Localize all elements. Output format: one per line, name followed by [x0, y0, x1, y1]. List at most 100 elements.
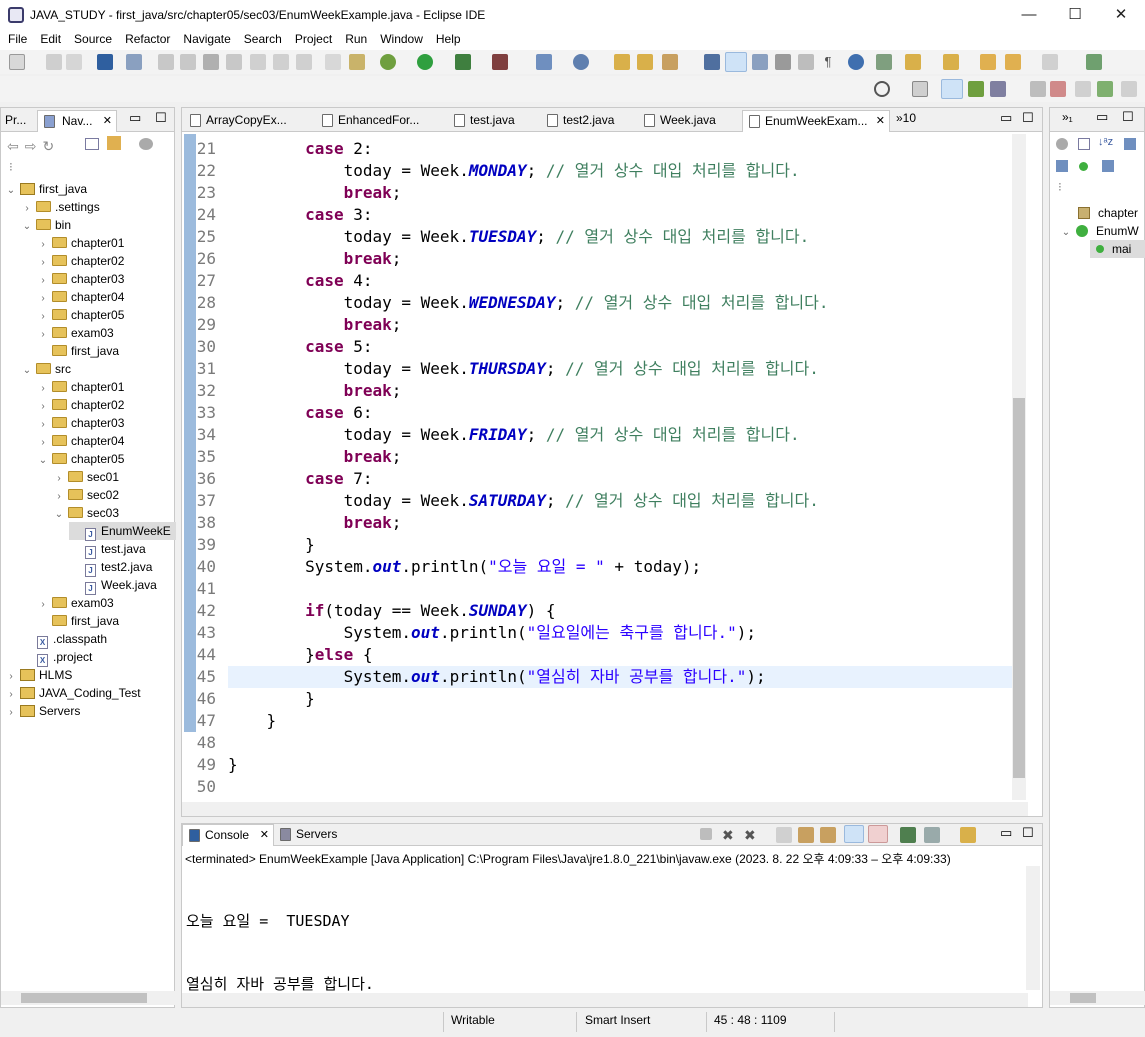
tab-console[interactable]: Console ✕: [182, 824, 274, 846]
menu-edit[interactable]: Edit: [27, 30, 61, 46]
tree-item[interactable]: › exam03: [37, 324, 113, 342]
menu-help[interactable]: Help: [423, 30, 461, 46]
open-perspective-icon[interactable]: [912, 81, 928, 97]
save-icon[interactable]: [46, 54, 62, 70]
tree-item[interactable]: ⌄ src: [21, 360, 71, 378]
tab-project-explorer[interactable]: Pr...: [1, 110, 37, 132]
hide-nonpublic-icon[interactable]: [1079, 162, 1088, 171]
java-perspective-icon[interactable]: [990, 81, 1006, 97]
task-icon[interactable]: [876, 54, 892, 70]
menu-file[interactable]: File: [0, 30, 27, 46]
tree-item[interactable]: first_java: [37, 342, 119, 360]
menu-source[interactable]: Source: [61, 30, 112, 46]
task-list-icon[interactable]: [1075, 81, 1091, 97]
display-console-icon[interactable]: [924, 827, 940, 843]
open-type-icon[interactable]: [614, 54, 630, 70]
external-tools-icon[interactable]: [492, 54, 508, 70]
clear-console-icon[interactable]: [776, 827, 792, 843]
tree-item[interactable]: › sec01: [53, 468, 119, 486]
terminal-icon[interactable]: [97, 54, 113, 70]
outline-horizontal-scrollbar[interactable]: [1050, 991, 1145, 1005]
tree-item[interactable]: › chapter02: [37, 252, 124, 270]
code-line[interactable]: case 5:: [228, 336, 372, 358]
code-line[interactable]: break;: [228, 380, 402, 402]
editor-tab[interactable]: EnumWeekExam... ✕: [742, 110, 890, 132]
code-line[interactable]: if(today == Week.SUNDAY) {: [228, 600, 555, 622]
step-over-icon[interactable]: [273, 54, 289, 70]
code-line[interactable]: break;: [228, 314, 402, 336]
code-line[interactable]: break;: [228, 512, 402, 534]
maximize-button[interactable]: ☐: [1052, 0, 1098, 30]
code-line[interactable]: break;: [228, 248, 402, 270]
console-vertical-scrollbar[interactable]: [1026, 866, 1040, 990]
close-tab-icon[interactable]: ✕: [260, 825, 269, 845]
show-stderr-icon[interactable]: [868, 825, 888, 843]
search-icon[interactable]: [874, 81, 890, 97]
outline-overflow[interactable]: »₁: [1062, 110, 1073, 124]
tree-item[interactable]: X .classpath: [21, 630, 107, 649]
navigator-nav-buttons[interactable]: ⇦⇨↻: [7, 138, 60, 155]
layout-icon[interactable]: [1121, 81, 1137, 97]
skip-breakpoints-icon[interactable]: [126, 54, 142, 70]
forward-icon[interactable]: [1042, 54, 1058, 70]
coverage-icon[interactable]: [455, 54, 471, 70]
tab-navigator[interactable]: Nav... ✕: [37, 110, 117, 132]
toggle-comment-icon[interactable]: [325, 54, 341, 70]
menu-refactor[interactable]: Refactor: [112, 30, 170, 46]
menu-navigate[interactable]: Navigate: [170, 30, 230, 46]
chevron-down-icon[interactable]: ⌄: [53, 506, 65, 524]
restore-icon[interactable]: [1030, 81, 1046, 97]
highlight-occurrences-icon[interactable]: [725, 52, 747, 72]
tree-item[interactable]: › chapter01: [37, 234, 124, 252]
code-line[interactable]: case 7:: [228, 468, 372, 490]
collapse-all-icon[interactable]: [85, 138, 99, 150]
tree-item[interactable]: ⌄ sec03: [53, 504, 119, 522]
show-whitespace-icon[interactable]: [775, 54, 791, 70]
debug-perspective-icon[interactable]: [968, 81, 984, 97]
minimize-button[interactable]: —: [1006, 0, 1052, 30]
tree-item[interactable]: ⌄ first_java: [5, 180, 87, 198]
minimize-view-icon[interactable]: ▭: [1000, 110, 1012, 126]
terminate-icon[interactable]: [203, 54, 219, 70]
tree-item[interactable]: Jtest2.java: [69, 558, 152, 577]
code-line[interactable]: case 3:: [228, 204, 372, 226]
back-icon[interactable]: [1005, 54, 1021, 70]
word-wrap-icon[interactable]: [820, 827, 836, 843]
code-line[interactable]: }: [228, 710, 277, 732]
run-icon[interactable]: [417, 54, 433, 70]
chevron-down-icon[interactable]: ⌄: [37, 452, 49, 470]
maximize-view-icon[interactable]: ☐: [155, 110, 167, 126]
tree-item[interactable]: › chapter02: [37, 396, 124, 414]
menu-search[interactable]: Search: [231, 30, 282, 46]
editor-tab[interactable]: ArrayCopyEx...: [184, 110, 314, 132]
code-line[interactable]: System.out.println("일요일에는 축구를 합니다.");: [228, 622, 756, 644]
tree-item[interactable]: › chapter01: [37, 378, 124, 396]
show-stdout-icon[interactable]: [844, 825, 864, 843]
chevron-down-icon[interactable]: ⌄: [21, 218, 33, 236]
code-area[interactable]: 21 case 2: 22 today = Week.MONDAY; // 열거 …: [182, 138, 1012, 798]
outline-view-icon[interactable]: [1050, 81, 1066, 97]
minimize-view-icon[interactable]: ▭: [1096, 109, 1108, 125]
new-java-class-icon[interactable]: [573, 54, 589, 70]
code-line[interactable]: case 2:: [228, 138, 372, 160]
outline-item-package[interactable]: chapter: [1078, 204, 1138, 222]
editor-tab[interactable]: EnhancedFor...: [316, 110, 446, 132]
tree-item[interactable]: ⌄ chapter05: [37, 450, 125, 470]
tree-item[interactable]: Jtest.java: [69, 540, 146, 559]
terminate-icon[interactable]: [700, 828, 712, 840]
editor-horizontal-scrollbar[interactable]: [182, 802, 1028, 816]
chevron-down-icon[interactable]: ⌄: [21, 362, 33, 380]
new-java-project-icon[interactable]: [536, 54, 552, 70]
code-line[interactable]: today = Week.TUESDAY; // 열거 상수 대입 처리를 합니…: [228, 226, 810, 248]
tree-item[interactable]: › exam03: [37, 594, 113, 612]
debug-icon[interactable]: [380, 54, 396, 70]
code-line[interactable]: break;: [228, 446, 402, 468]
tree-item[interactable]: J Week.java: [69, 576, 157, 595]
tree-item[interactable]: › JAVA_Coding_Test: [5, 684, 140, 702]
code-line[interactable]: today = Week.MONDAY; // 열거 상수 대입 처리를 합니다…: [228, 160, 800, 182]
menu-window[interactable]: Window: [367, 30, 423, 46]
outline-item-class[interactable]: ⌄ EnumW: [1060, 222, 1139, 240]
code-line[interactable]: case 4:: [228, 270, 372, 292]
editor-tab[interactable]: Week.java: [638, 110, 740, 132]
hide-fields-icon[interactable]: [1124, 138, 1136, 150]
